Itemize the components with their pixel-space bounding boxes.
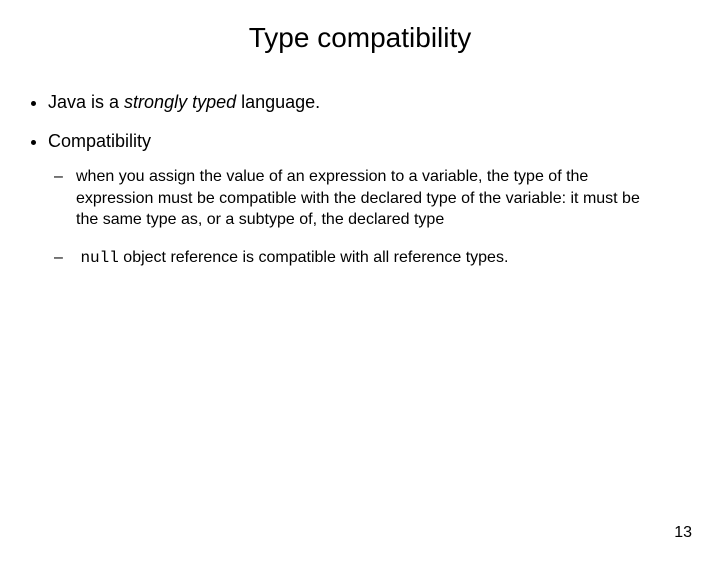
bullet-item-1: Java is a strongly typed language. xyxy=(48,92,720,113)
sub-bullet-list: when you assign the value of an expressi… xyxy=(48,166,680,269)
sub-bullet-2-rest: object reference is compatible with all … xyxy=(119,249,509,266)
bullet-list: Java is a strongly typed language. Compa… xyxy=(48,92,720,269)
slide-title: Type compatibility xyxy=(0,22,720,54)
sub-bullet-2: null object reference is compatible with… xyxy=(48,247,680,270)
bullet-1-emphasis: strongly typed xyxy=(124,92,236,112)
bullet-1-text-post: language. xyxy=(236,92,320,112)
sub-bullet-1: when you assign the value of an expressi… xyxy=(48,166,680,231)
slide: Type compatibility Java is a strongly ty… xyxy=(0,22,720,562)
page-number: 13 xyxy=(674,524,692,542)
bullet-1-text-pre: Java is a xyxy=(48,92,124,112)
bullet-2-text: Compatibility xyxy=(48,131,151,151)
null-code: null xyxy=(80,249,118,267)
bullet-item-2: Compatibility when you assign the value … xyxy=(48,131,720,269)
